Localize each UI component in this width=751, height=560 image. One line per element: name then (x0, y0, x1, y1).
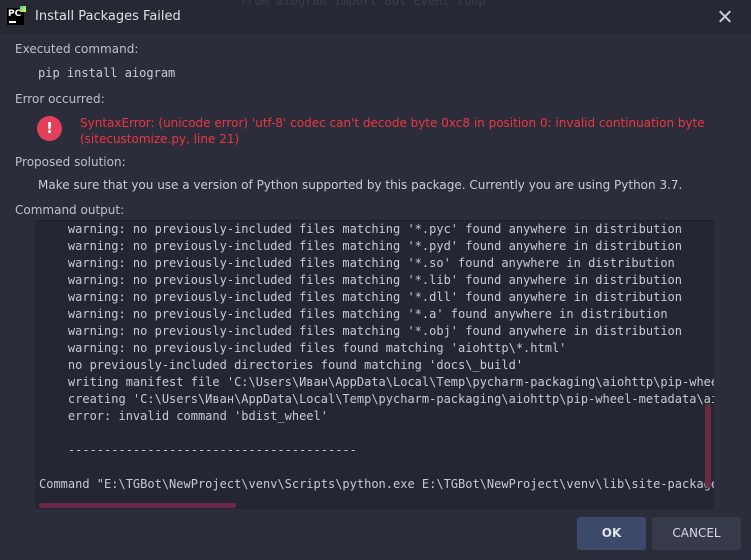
output-line: error: invalid command 'bdist_wheel' (39, 409, 328, 423)
output-line: warning: no previously-included files ma… (39, 239, 682, 253)
output-line: warning: no previously-included files ma… (39, 222, 682, 236)
cancel-button[interactable]: CANCEL (652, 517, 741, 550)
command-output-label: Command output: (15, 203, 125, 217)
output-line: Command "E:\TGBot\NewProject\venv\Script… (39, 477, 714, 491)
output-line: warning: no previously-included files fo… (39, 341, 567, 355)
error-message: SyntaxError: (unicode error) 'utf-8' cod… (80, 116, 705, 146)
close-icon[interactable] (718, 9, 732, 23)
output-line: warning: no previously-included files ma… (39, 324, 682, 338)
output-line: warning: no previously-included files ma… (39, 290, 682, 304)
horizontal-scrollbar[interactable] (39, 503, 236, 508)
vertical-scrollbar[interactable] (705, 404, 711, 488)
output-line: warning: no previously-included files ma… (39, 307, 668, 321)
output-line: warning: no previously-included files ma… (39, 256, 675, 270)
error-occurred-label: Error occurred: (15, 92, 105, 106)
title-bar: PC from aiogram import Bot Event loop In… (0, 0, 751, 34)
output-line: ---------------------------------------- (39, 443, 357, 457)
ok-button[interactable]: OK (577, 517, 646, 550)
proposed-solution-text: Make sure that you use a version of Pyth… (38, 178, 683, 192)
pycharm-app-icon: PC (7, 6, 26, 25)
app-icon-accent (20, 6, 26, 12)
output-line: warning: no previously-included files ma… (39, 273, 682, 287)
error-icon: ! (37, 116, 62, 141)
dialog-title: Install Packages Failed (35, 9, 181, 24)
output-line: creating 'C:\Users\Иван\AppData\Local\Te… (39, 392, 714, 406)
proposed-solution-label: Proposed solution: (15, 155, 126, 169)
command-output-panel[interactable]: warning: no previously-included files ma… (35, 220, 714, 509)
executed-command-text: pip install aiogram (38, 66, 176, 80)
executed-command-label: Executed command: (15, 42, 139, 56)
background-ghost-text: from aiogram import Bot Event loop (240, 0, 486, 8)
output-line: writing manifest file 'C:\Users\Иван\App… (39, 375, 714, 389)
output-line: no previously-included directories found… (39, 358, 524, 372)
command-output-text: warning: no previously-included files ma… (39, 221, 714, 493)
